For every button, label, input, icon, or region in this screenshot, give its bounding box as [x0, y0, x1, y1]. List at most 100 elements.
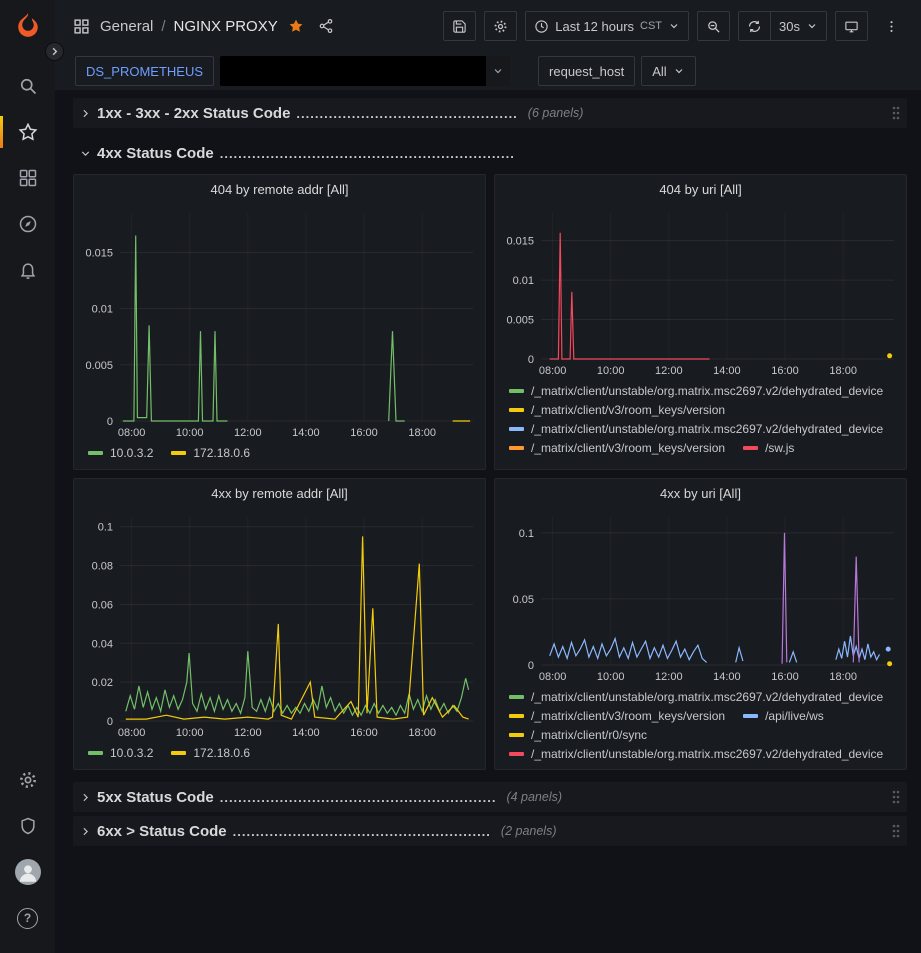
sidebar-item-server-admin[interactable]: [0, 803, 55, 849]
legend-item[interactable]: 172.18.0.6: [171, 443, 250, 462]
request-host-value: All: [652, 64, 666, 79]
request-host-variable-label[interactable]: request_host: [538, 56, 635, 86]
zoom-out-icon: [706, 19, 721, 34]
more-options-button[interactable]: [876, 15, 907, 38]
time-series-chart[interactable]: 00.0050.010.01508:0010:0012:0014:0016:00…: [74, 203, 485, 441]
svg-text:10:00: 10:00: [176, 727, 204, 739]
drag-handle-icon[interactable]: [891, 823, 901, 839]
legend-item[interactable]: /_matrix/client/v3/room_keys/version: [509, 400, 725, 419]
legend-item[interactable]: 10.0.3.2: [88, 743, 153, 762]
legend-label: /_matrix/client/unstable/org.matrix.msc2…: [531, 690, 883, 704]
panel-title[interactable]: 4xx by uri [All]: [495, 479, 906, 507]
svg-text:10:00: 10:00: [597, 671, 625, 683]
row-header-4xx[interactable]: 4xx Status Code ........................…: [73, 138, 907, 168]
svg-text:08:00: 08:00: [118, 727, 146, 739]
legend-item[interactable]: /sw.js: [743, 438, 794, 457]
sidebar-item-configuration[interactable]: [0, 757, 55, 803]
variables-bar: DS_PROMETHEUS request_host All: [55, 52, 921, 90]
legend-item[interactable]: /api/live/ws: [743, 706, 824, 725]
row-header-6xx[interactable]: 6xx > Status Code ......................…: [73, 816, 907, 846]
refresh-interval-label: 30s: [779, 19, 800, 34]
dashboard-settings-gear-icon: [493, 19, 508, 34]
svg-text:0: 0: [107, 416, 113, 428]
share-button[interactable]: [314, 14, 338, 38]
caret-down-icon: [486, 56, 510, 86]
sidebar-item-profile[interactable]: [0, 849, 55, 895]
legend-item[interactable]: 10.0.3.2: [88, 443, 153, 462]
svg-text:08:00: 08:00: [539, 671, 567, 683]
refresh-button[interactable]: [738, 11, 771, 41]
legend-swatch: [88, 451, 103, 455]
legend-item[interactable]: /_matrix/client/unstable/org.matrix.msc2…: [509, 381, 883, 400]
row-header-5xx[interactable]: 5xx Status Code ........................…: [73, 782, 907, 812]
legend-item[interactable]: /_matrix/client/v3/room_keys/version: [509, 706, 725, 725]
svg-text:0.02: 0.02: [92, 677, 113, 689]
datasource-select[interactable]: [220, 56, 510, 86]
legend-item[interactable]: /_matrix/client/v3/room_keys/version: [509, 438, 725, 457]
request-host-select[interactable]: All: [641, 56, 695, 86]
drag-handle-icon[interactable]: [891, 789, 901, 805]
sidebar-item-dashboards[interactable]: [0, 155, 55, 201]
refresh-interval-dropdown[interactable]: 30s: [771, 11, 827, 41]
legend-item[interactable]: /_matrix/client/unstable/org.matrix.msc2…: [509, 687, 883, 706]
legend-label: 172.18.0.6: [193, 446, 250, 460]
datasource-select-value: [220, 56, 486, 86]
refresh-icon: [747, 19, 762, 34]
sidebar-item-starred[interactable]: [0, 109, 55, 155]
kebab-icon: [884, 19, 899, 34]
svg-text:10:00: 10:00: [597, 365, 625, 377]
panel-title[interactable]: 4xx by remote addr [All]: [74, 479, 485, 507]
row-panel-count: (2 panels): [501, 824, 557, 838]
avatar: [15, 859, 41, 885]
panel-4xx-by-remote-addr: 4xx by remote addr [All] 00.020.040.060.…: [73, 478, 486, 770]
legend-label: 10.0.3.2: [110, 446, 153, 460]
legend-item[interactable]: /_matrix/client/unstable/org.matrix.msc2…: [509, 419, 883, 438]
sidebar-item-help[interactable]: ?: [0, 895, 55, 941]
top-nav: General / NGINX PROXY Last 12 hours: [55, 0, 921, 52]
favorite-star-icon: [288, 18, 304, 34]
chart-legend: 10.0.3.2 172.18.0.6: [74, 741, 485, 769]
drag-handle-icon[interactable]: [891, 105, 901, 121]
chart-svg: 00.0050.010.01508:0010:0012:0014:0016:00…: [495, 203, 906, 379]
share-icon: [318, 18, 334, 34]
legend-item[interactable]: /_matrix/client/unstable/org.matrix.msc2…: [509, 744, 883, 763]
datasource-variable-label[interactable]: DS_PROMETHEUS: [75, 56, 214, 86]
page-title[interactable]: NGINX PROXY: [174, 18, 278, 35]
svg-text:0: 0: [107, 716, 113, 728]
time-range-picker[interactable]: Last 12 hours CST: [525, 11, 689, 41]
svg-text:12:00: 12:00: [234, 727, 262, 739]
save-dashboard-button[interactable]: [443, 11, 476, 41]
svg-text:0.01: 0.01: [92, 304, 113, 316]
breadcrumb-folder[interactable]: General: [100, 18, 153, 35]
sidebar-expand-button[interactable]: [45, 42, 64, 61]
panel-title[interactable]: 404 by remote addr [All]: [74, 175, 485, 203]
row-header-1xx-3xx-2xx[interactable]: 1xx - 3xx - 2xx Status Code ............…: [73, 98, 907, 128]
legend-swatch: [509, 446, 524, 450]
timezone-label: CST: [640, 20, 662, 32]
time-series-chart[interactable]: 00.0050.010.01508:0010:0012:0014:0016:00…: [495, 203, 906, 379]
time-series-chart[interactable]: 00.050.108:0010:0012:0014:0016:0018:00: [495, 507, 906, 685]
user-silhouette-icon: [15, 859, 41, 885]
chart-legend: /_matrix/client/unstable/org.matrix.msc2…: [495, 685, 906, 769]
legend-item[interactable]: 172.18.0.6: [171, 743, 250, 762]
favorite-star-button[interactable]: [284, 14, 308, 38]
sidebar: ?: [0, 0, 55, 953]
legend-label: /_matrix/client/v3/room_keys/version: [531, 403, 725, 417]
chart-legend: /_matrix/client/unstable/org.matrix.msc2…: [495, 379, 906, 469]
legend-label: /_matrix/client/v3/room_keys/version: [531, 709, 725, 723]
panel-title[interactable]: 404 by uri [All]: [495, 175, 906, 203]
time-series-chart[interactable]: 00.020.040.060.080.108:0010:0012:0014:00…: [74, 507, 485, 741]
svg-text:0.05: 0.05: [513, 594, 534, 606]
kiosk-mode-button[interactable]: [835, 11, 868, 41]
legend-item[interactable]: /_matrix/client/r0/sync: [509, 725, 647, 744]
grafana-logo[interactable]: [13, 11, 43, 41]
sidebar-item-explore[interactable]: [0, 201, 55, 247]
dashboard-settings-button[interactable]: [484, 11, 517, 41]
svg-text:0.06: 0.06: [92, 599, 113, 611]
svg-text:0.1: 0.1: [519, 528, 534, 540]
sidebar-item-search[interactable]: [0, 63, 55, 109]
zoom-out-time-button[interactable]: [697, 11, 730, 41]
panel-grid: 404 by remote addr [All] 00.0050.010.015…: [73, 174, 907, 770]
alerting-bell-icon: [18, 260, 38, 280]
sidebar-item-alerting[interactable]: [0, 247, 55, 293]
